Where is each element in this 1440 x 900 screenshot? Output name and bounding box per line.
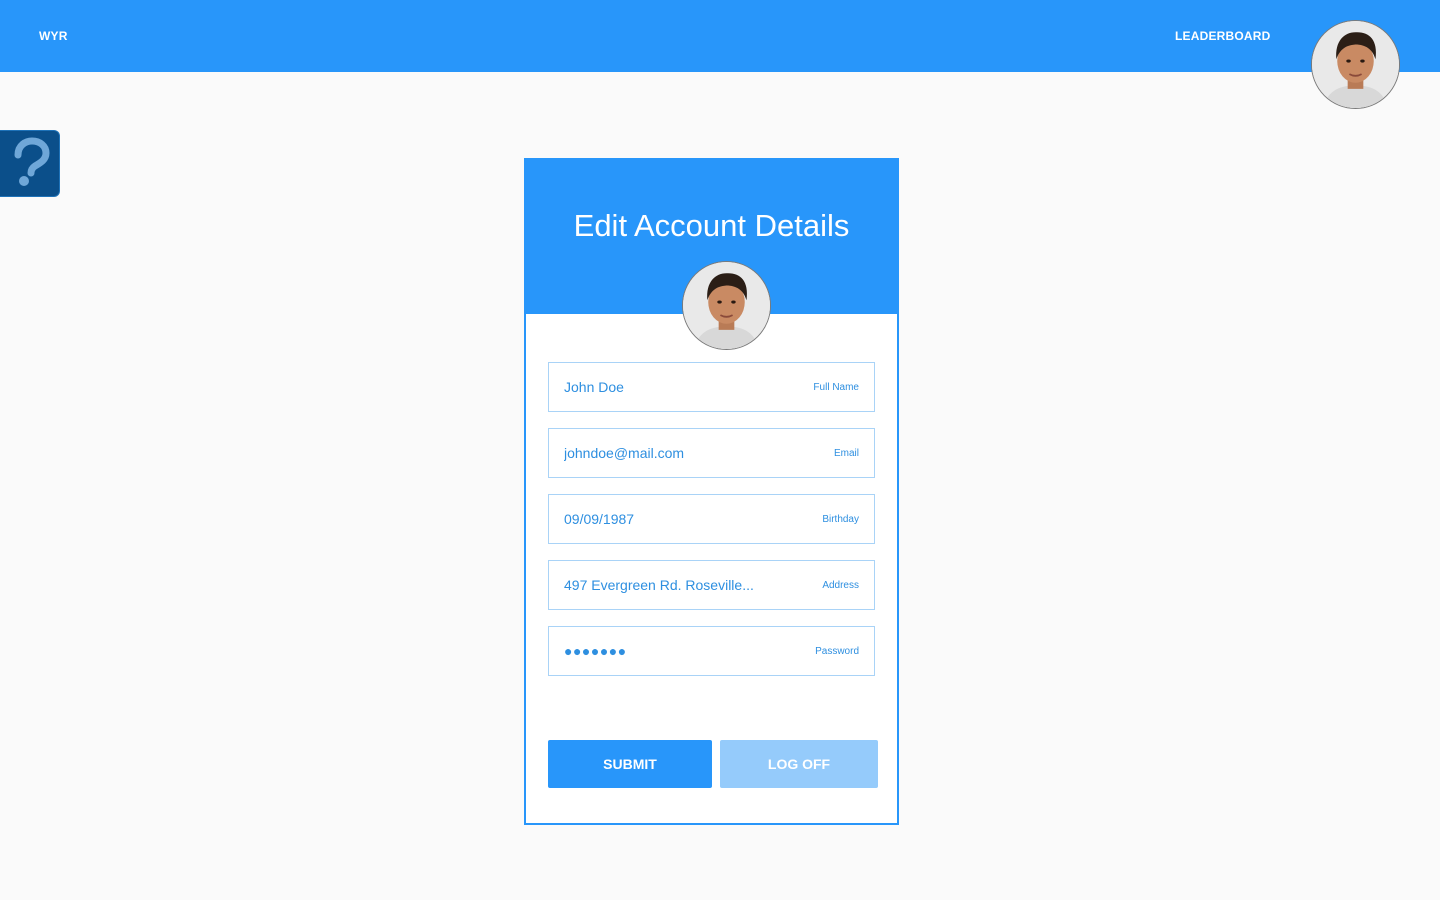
birthday-value: 09/09/1987	[564, 511, 635, 527]
brand-link[interactable]: WYR	[39, 29, 68, 43]
full-name-field[interactable]: John Doe Full Name	[548, 362, 875, 412]
full-name-label: Full Name	[813, 382, 859, 393]
submit-button[interactable]: SUBMIT	[548, 740, 712, 788]
birthday-label: Birthday	[822, 514, 859, 525]
top-nav-bar: WYR LEADERBOARD	[0, 0, 1440, 72]
user-avatar[interactable]	[1311, 20, 1400, 109]
question-mark-icon	[14, 137, 50, 186]
profile-avatar-icon	[683, 262, 770, 349]
email-label: Email	[833, 448, 859, 459]
leaderboard-link[interactable]: LEADERBOARD	[1175, 29, 1271, 43]
edit-account-card: Edit Account Details John Doe Full Name …	[524, 158, 899, 825]
profile-avatar[interactable]	[682, 261, 771, 350]
address-value: 497 Evergreen Rd. Roseville...	[564, 577, 754, 593]
user-avatar-icon	[1312, 21, 1399, 108]
email-field[interactable]: johndoe@mail.com Email	[548, 428, 875, 478]
full-name-value: John Doe	[564, 379, 624, 395]
password-value: ●●●●●●●	[564, 643, 627, 659]
log-off-button[interactable]: LOG OFF	[720, 740, 878, 788]
help-tab[interactable]	[0, 130, 60, 197]
birthday-field[interactable]: 09/09/1987 Birthday	[548, 494, 875, 544]
address-field[interactable]: 497 Evergreen Rd. Roseville... Address	[548, 560, 875, 610]
email-value: johndoe@mail.com	[564, 445, 685, 461]
page-title: Edit Account Details	[573, 208, 850, 243]
password-label: Password	[815, 646, 859, 657]
address-label: Address	[822, 580, 859, 591]
password-field[interactable]: ●●●●●●● Password	[548, 626, 875, 676]
